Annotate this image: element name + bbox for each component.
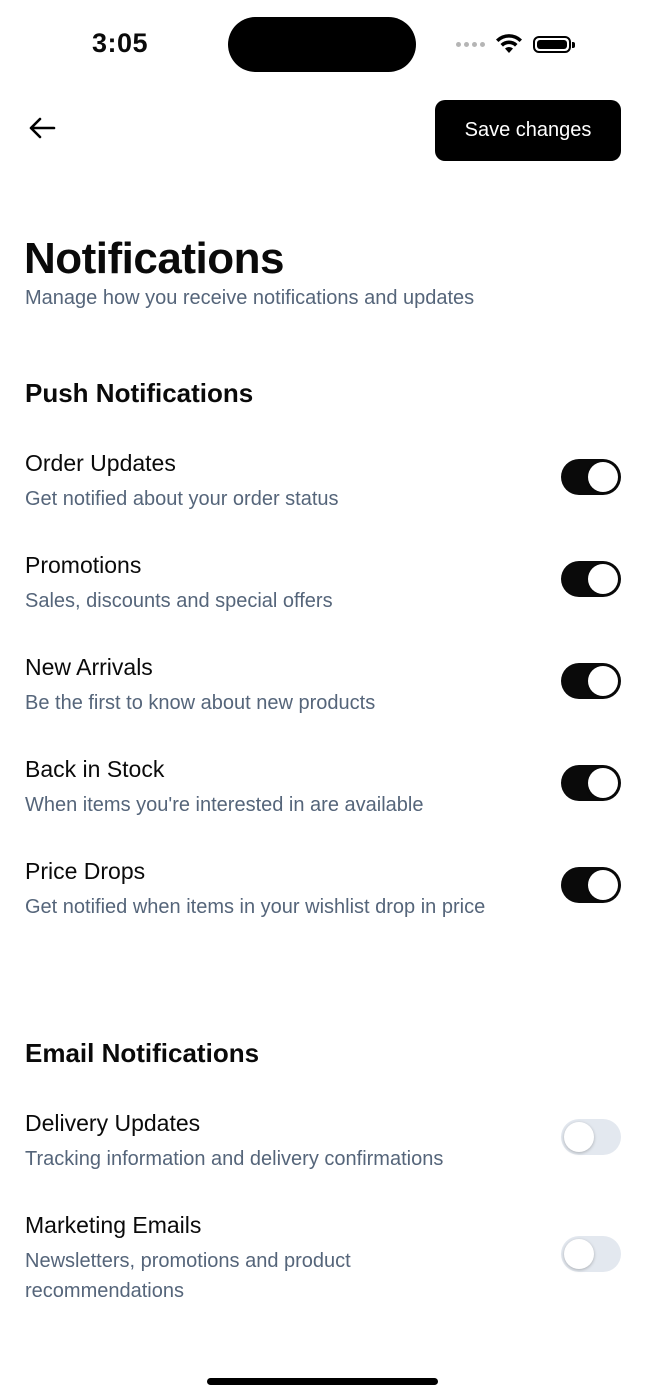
toggle-knob [588,462,618,492]
toggle-knob [588,666,618,696]
setting-title: Marketing Emails [25,1212,202,1238]
setting-title: New Arrivals [25,654,153,680]
section-title-push: Push Notifications [25,378,254,408]
setting-title: Delivery Updates [25,1110,201,1136]
setting-description: Get notified about your order status [25,488,339,510]
toggle-knob [588,768,618,798]
toggle-delivery-updates[interactable] [561,1119,621,1155]
signal-icon [456,41,485,47]
page-subtitle: Manage how you receive notifications and… [25,287,475,309]
save-changes-button[interactable]: Save changes [435,100,621,161]
wifi-icon [496,34,522,53]
dynamic-island [228,17,416,72]
home-indicator [207,1378,438,1385]
toggle-knob [588,564,618,594]
toggle-knob [564,1122,594,1152]
setting-title: Promotions [25,552,142,578]
battery-icon [533,35,575,53]
toggle-knob [588,870,618,900]
setting-description: Get notified when items in your wishlist… [25,896,486,918]
toggle-promotions[interactable] [561,561,621,597]
setting-description: When items you're interested in are avai… [25,794,424,816]
status-time: 3:05 [92,28,149,58]
back-button[interactable] [24,110,60,146]
toggle-knob [564,1239,594,1269]
setting-description: Newsletters, promotions and product reco… [25,1250,351,1302]
status-icons [456,30,575,58]
setting-title: Price Drops [25,858,146,884]
arrow-left-icon [29,117,56,139]
section-title-email: Email Notifications [25,1038,260,1068]
toggle-back-in-stock[interactable] [561,765,621,801]
toggle-marketing-emails[interactable] [561,1236,621,1272]
setting-description: Tracking information and delivery confir… [25,1148,444,1170]
toggle-price-drops[interactable] [561,867,621,903]
setting-title: Back in Stock [25,756,165,782]
page-title: Notifications [24,234,284,283]
setting-title: Order Updates [25,450,176,476]
toggle-order-updates[interactable] [561,459,621,495]
setting-description: Sales, discounts and special offers [25,590,333,612]
toggle-new-arrivals[interactable] [561,663,621,699]
setting-description: Be the first to know about new products [25,692,376,714]
